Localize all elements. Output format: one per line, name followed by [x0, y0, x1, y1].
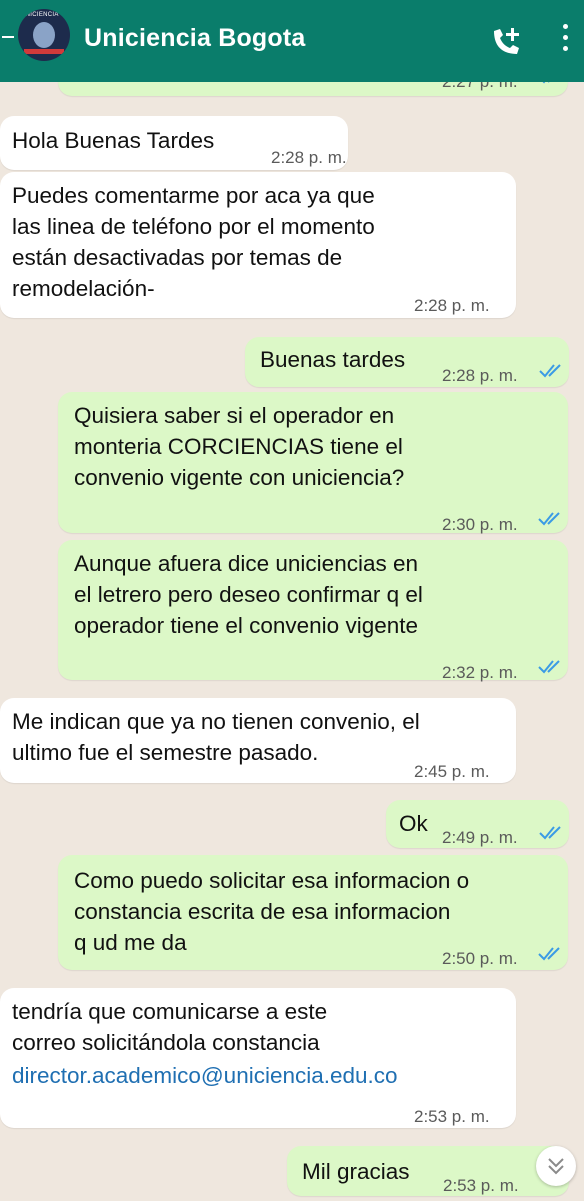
double-check-icon	[538, 660, 560, 674]
message-text: Puedes comentarme por aca ya que las lin…	[12, 183, 375, 301]
message-time: 2:49 p. m.	[442, 828, 518, 847]
scroll-down-button[interactable]	[536, 1146, 576, 1186]
message-text: tendría que comunicarse a este correo so…	[12, 999, 328, 1055]
more-options-icon[interactable]	[560, 24, 570, 58]
chat-header: UNICIENCIA Uniciencia Bogota	[0, 0, 584, 82]
message-text: Como puedo solicitar esa informacion o c…	[74, 868, 470, 955]
message-bubble-out[interactable]: Ok 2:49 p. m.	[386, 800, 569, 848]
scroll-down-icon	[548, 1158, 564, 1175]
add-call-icon[interactable]	[488, 22, 526, 60]
avatar-label: UNICIENCIA	[21, 12, 59, 18]
double-check-icon	[539, 826, 561, 840]
message-text: Ok	[399, 811, 428, 836]
message-bubble-in[interactable]: tendría que comunicarse a este correo so…	[0, 988, 516, 1128]
message-bubble-out[interactable]: Como puedo solicitar esa informacion o c…	[58, 855, 568, 970]
message-bubble-in[interactable]: Me indican que ya no tienen convenio, el…	[0, 698, 516, 783]
message-time: 2:53 p. m.	[414, 1107, 490, 1126]
message-time: 2:28 p. m.	[271, 148, 347, 167]
message-text: Aunque afuera dice uniciencias en el let…	[74, 551, 423, 638]
message-bubble-out[interactable]: Buenas tardes 2:28 p. m.	[245, 337, 569, 387]
avatar[interactable]: UNICIENCIA	[18, 9, 70, 61]
message-time: 2:28 p. m.	[414, 296, 490, 315]
message-text: Quisiera saber si el operador en monteri…	[74, 403, 405, 490]
message-bubble-out[interactable]: Mil gracias 2:53 p. m.	[287, 1146, 569, 1196]
message-bubble-out[interactable]: Aunque afuera dice uniciencias en el let…	[58, 540, 568, 682]
back-arrow-icon[interactable]	[2, 36, 14, 38]
email-link[interactable]: director.academico@uniciencia.edu.co	[12, 1060, 398, 1091]
message-text: Mil gracias	[302, 1159, 410, 1184]
message-bubble-in[interactable]: Puedes comentarme por aca ya que las lin…	[0, 172, 516, 318]
chat-title[interactable]: Uniciencia Bogota	[84, 24, 306, 53]
message-bubble-out[interactable]: Quisiera saber si el operador en monteri…	[58, 392, 568, 534]
message-time: 2:30 p. m.	[442, 515, 518, 534]
chat-area: 2:27 p. m. Hola Buenas Tardes 2:28 p. m.…	[0, 0, 584, 1200]
double-check-icon	[538, 947, 560, 961]
message-text: Buenas tardes	[260, 347, 406, 372]
message-text: Hola Buenas Tardes	[12, 128, 215, 153]
double-check-icon	[539, 364, 561, 378]
message-time: 2:50 p. m.	[442, 949, 518, 968]
message-text: Me indican que ya no tienen convenio, el…	[12, 709, 420, 765]
double-check-icon	[538, 512, 560, 526]
message-time: 2:32 p. m.	[442, 663, 518, 682]
message-time: 2:28 p. m.	[442, 366, 518, 385]
message-time: 2:53 p. m.	[443, 1176, 519, 1195]
message-time: 2:45 p. m.	[414, 762, 490, 781]
message-bubble-in[interactable]: Hola Buenas Tardes 2:28 p. m.	[0, 116, 348, 170]
